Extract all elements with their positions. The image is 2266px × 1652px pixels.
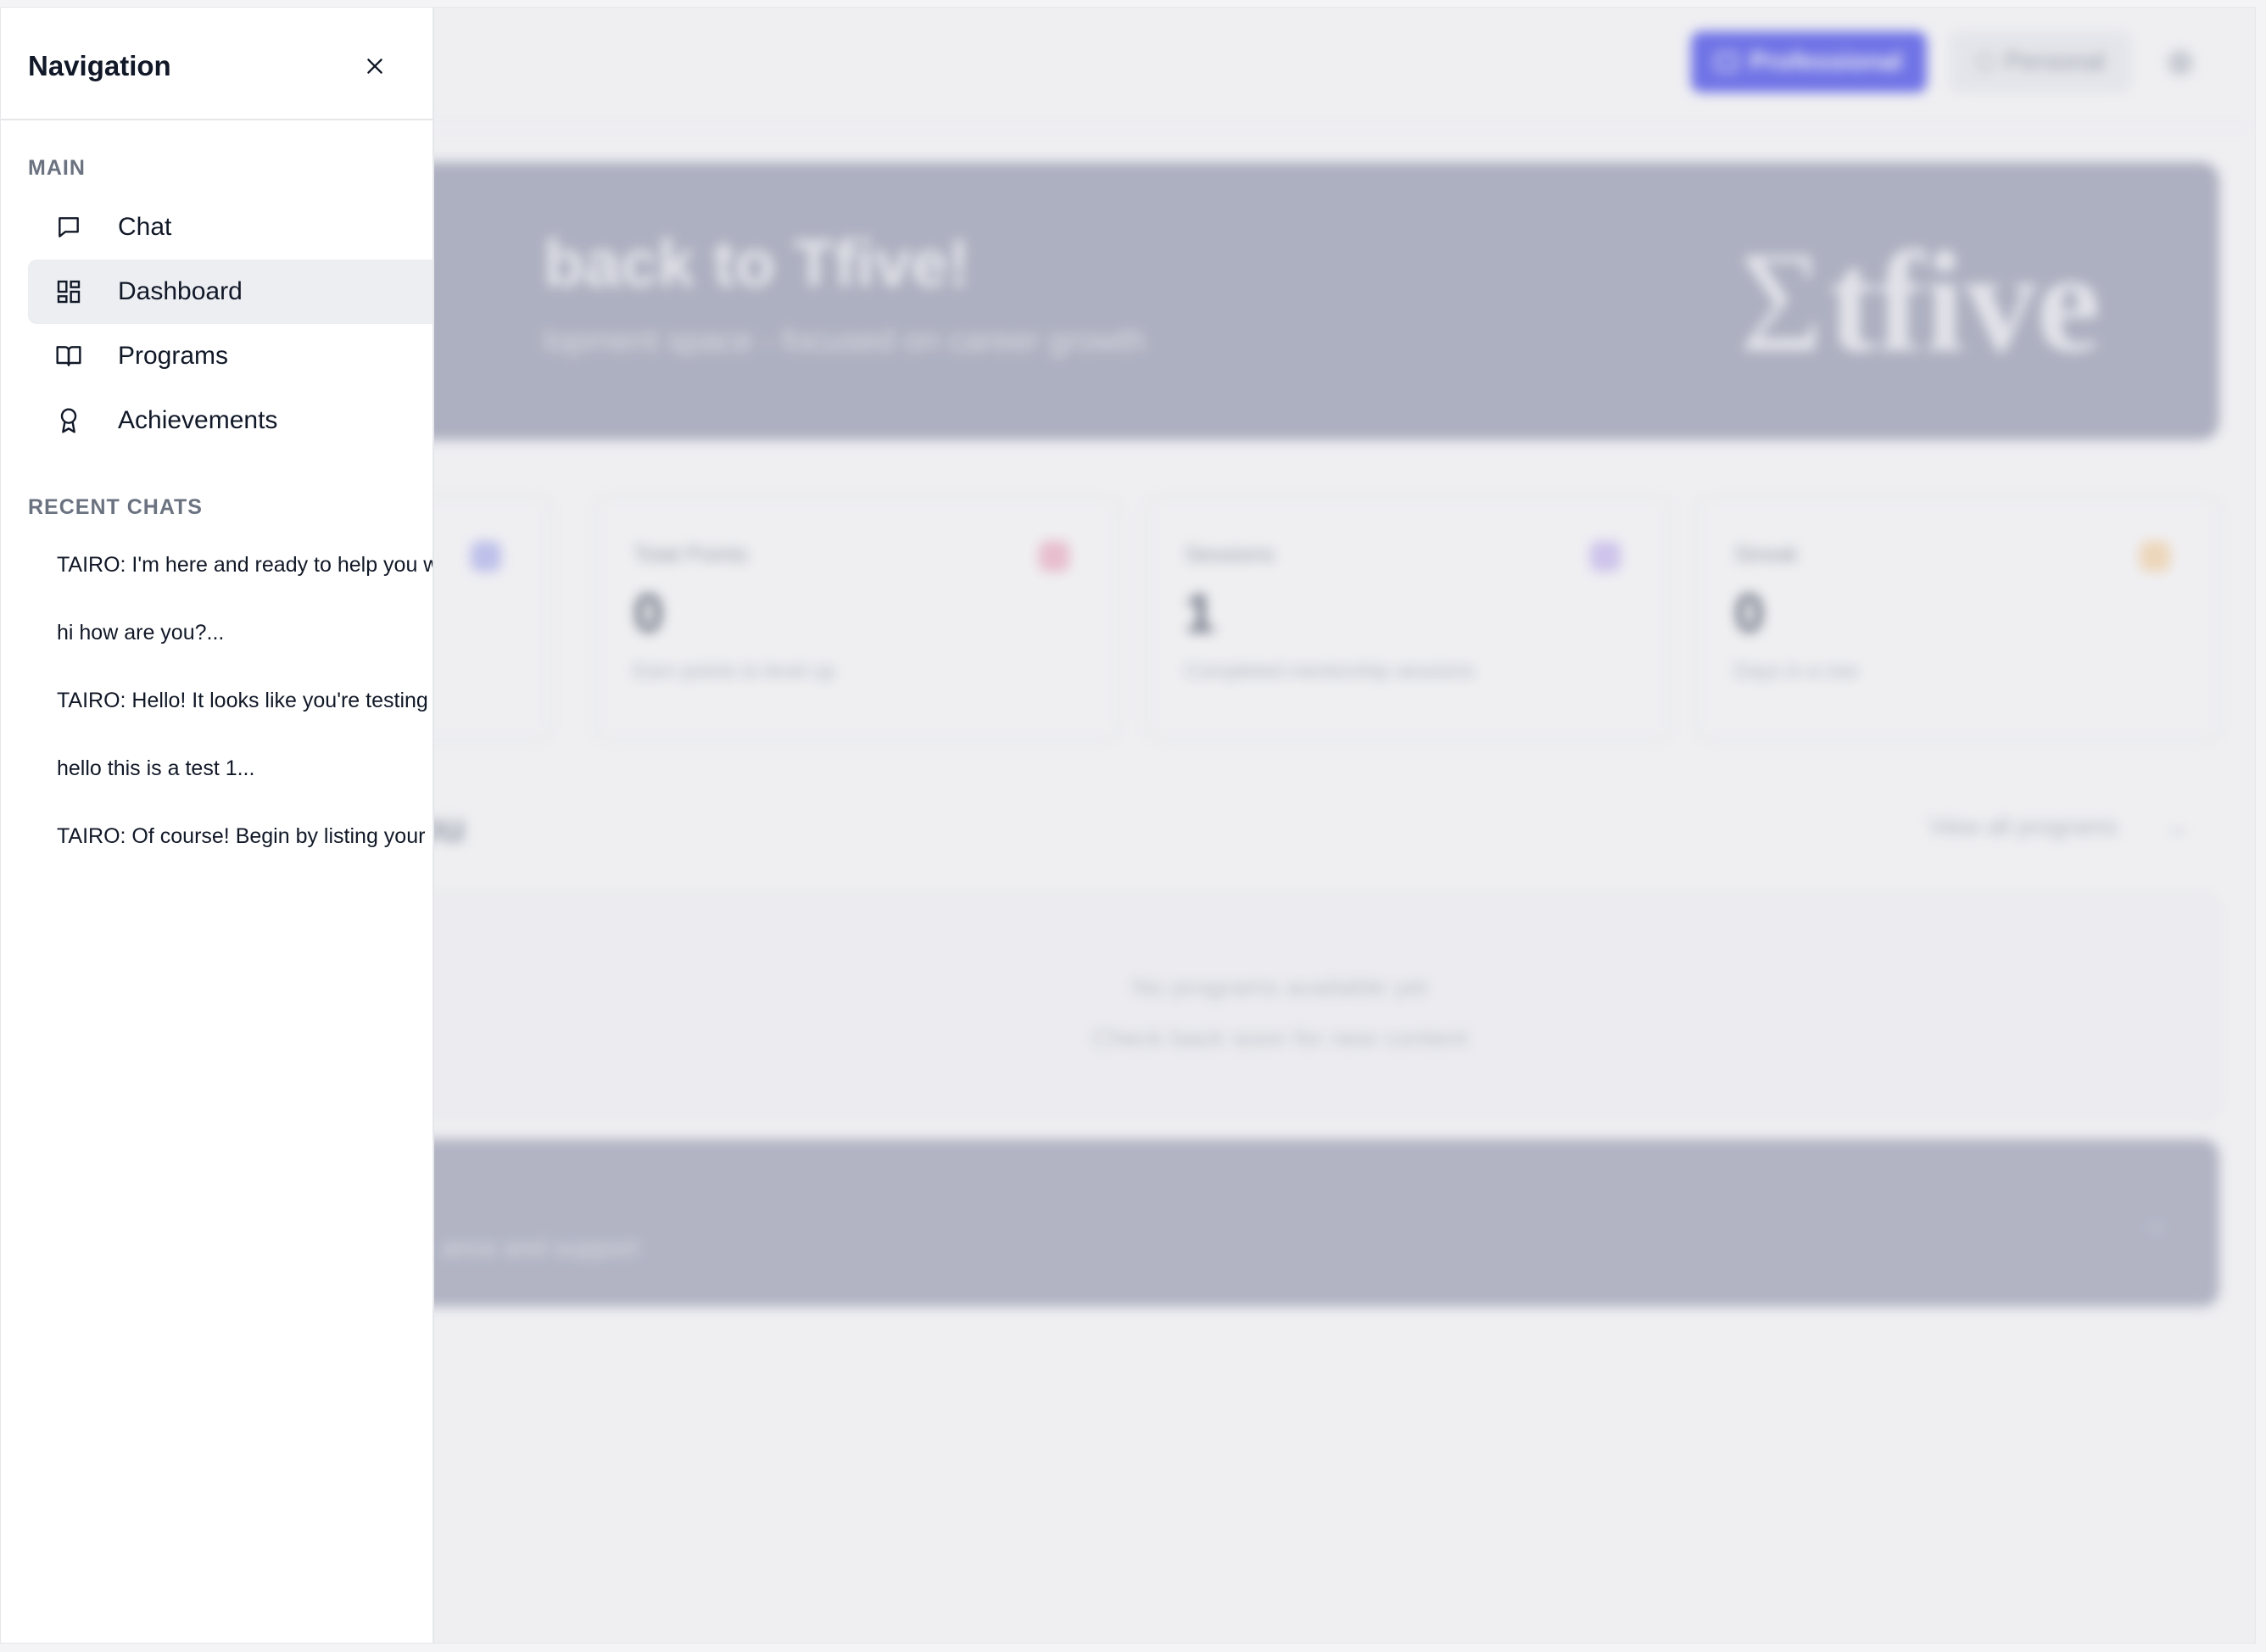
chat-icon xyxy=(55,214,82,241)
drawer-title: Navigation xyxy=(28,50,171,81)
recent-chat-item[interactable]: TAIRO: I'm here and ready to help you w xyxy=(57,544,433,585)
recent-chat-item[interactable]: TAIRO: Of course! Begin by listing your xyxy=(57,816,433,857)
main-section-label: MAIN xyxy=(28,156,86,180)
recent-chat-item[interactable]: hello this is a test 1... xyxy=(57,748,433,789)
nav-item-label: Achievements xyxy=(118,406,278,434)
nav-item-label: Programs xyxy=(118,342,229,370)
close-drawer-button[interactable] xyxy=(357,48,393,84)
dashboard-icon xyxy=(55,278,82,305)
app-window: Professional Personal back to Tfive! lop… xyxy=(0,7,2256,1644)
recent-chat-item[interactable]: TAIRO: Hello! It looks like you're testi… xyxy=(57,680,433,721)
nav-item-label: Chat xyxy=(118,213,172,241)
nav-item-label: Dashboard xyxy=(118,277,243,305)
award-icon xyxy=(55,407,82,434)
recent-chats-label: RECENT CHATS xyxy=(28,495,203,519)
nav-item-dashboard[interactable]: Dashboard xyxy=(28,260,433,324)
nav-item-programs[interactable]: Programs xyxy=(28,324,433,388)
navigation-drawer: Navigation MAIN Chat Dashboard Programs xyxy=(1,8,434,1643)
close-icon xyxy=(367,59,382,74)
book-icon xyxy=(55,343,82,370)
drawer-header: Navigation xyxy=(1,8,433,120)
recent-chat-item[interactable]: hi how are you?... xyxy=(57,612,433,653)
nav-item-achievements[interactable]: Achievements xyxy=(28,388,433,453)
nav-item-chat[interactable]: Chat xyxy=(28,195,433,260)
